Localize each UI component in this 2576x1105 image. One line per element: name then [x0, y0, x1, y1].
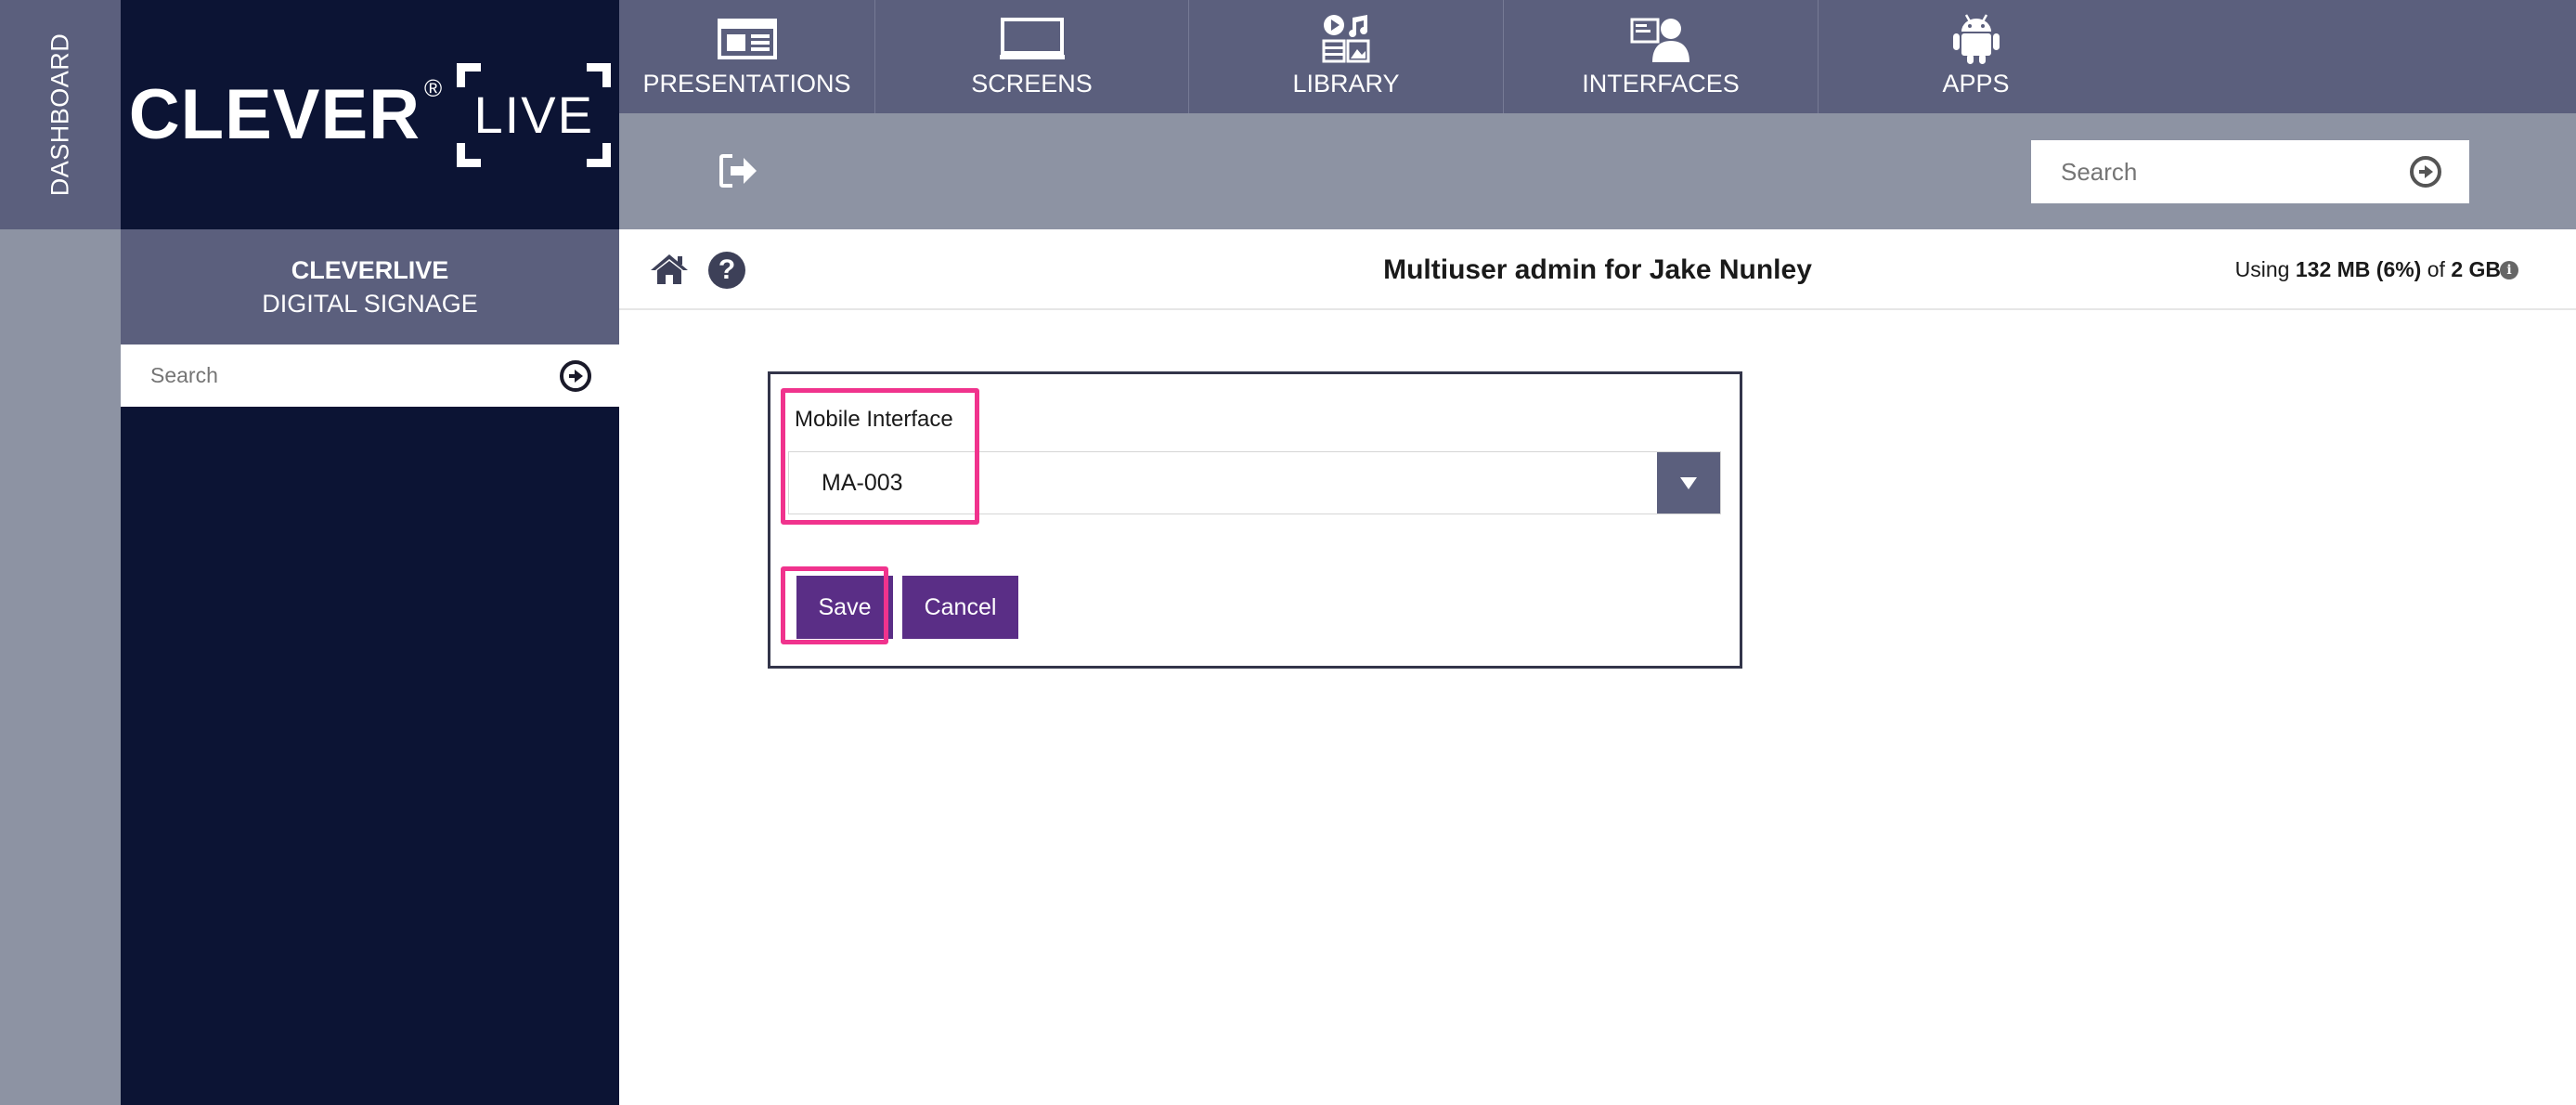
nav-item-library[interactable]: LIBRARY [1189, 0, 1504, 113]
usage-prefix: Using [2234, 257, 2296, 281]
content-header: ? Multiuser admin for Jake Nunley Using … [619, 229, 2576, 310]
nav-label-library: LIBRARY [1292, 69, 1400, 98]
arrow-right-circle-icon[interactable] [560, 359, 591, 392]
logo-product: LIVE [473, 85, 594, 144]
app-root: DASHBOARD CLEVER ® LIVE CLEVERLIVE DIGIT… [0, 0, 2576, 1105]
logout-icon[interactable] [719, 154, 758, 192]
mobile-interface-select[interactable]: MA-003 [788, 451, 1721, 514]
nav-label-screens: SCREENS [971, 69, 1093, 98]
dashboard-label: DASHBOARD [45, 32, 74, 197]
nav-item-interfaces[interactable]: INTERFACES [1504, 0, 1819, 113]
top-search-input[interactable] [2059, 156, 2410, 188]
logo-reg-mark: ® [424, 74, 443, 102]
nav-item-presentations[interactable]: PRESENTATIONS [619, 0, 875, 113]
nav-label-interfaces: INTERFACES [1582, 69, 1740, 98]
usage-middle: of [2421, 257, 2452, 281]
top-nav: PRESENTATIONS SCREENS LIBRARY INTERFACES… [619, 0, 2576, 113]
interfaces-icon [1630, 16, 1691, 62]
mobile-interface-label: Mobile Interface [795, 407, 953, 432]
caret-down-icon[interactable] [1657, 452, 1720, 514]
usage-total: 2 GB [2451, 257, 2501, 281]
organization-subtitle: DIGITAL SIGNAGE [262, 290, 478, 318]
logo-live-frame: LIVE [457, 62, 612, 167]
top-search [2031, 140, 2469, 203]
android-icon [1950, 13, 2002, 64]
storage-usage: Using 132 MB (6%) of 2 GB [2235, 229, 2501, 310]
cancel-button[interactable]: Cancel [902, 576, 1018, 639]
nav-item-apps[interactable]: APPS [1819, 0, 2133, 113]
toolbar [619, 113, 2576, 229]
dashboard-tab[interactable]: DASHBOARD [0, 0, 121, 229]
sidebar-search-input[interactable] [149, 362, 560, 389]
save-button[interactable]: Save [796, 576, 893, 639]
logo-brand: CLEVER [128, 75, 421, 154]
nav-item-screens[interactable]: SCREENS [875, 0, 1189, 113]
nav-label-apps: APPS [1942, 69, 2010, 98]
sidebar: CLEVER ® LIVE CLEVERLIVE DIGITAL SIGNAGE [121, 0, 619, 1105]
logo[interactable]: CLEVER ® LIVE [121, 0, 619, 229]
search-go-icon[interactable] [2410, 156, 2441, 188]
nav-label-presentations: PRESENTATIONS [642, 69, 851, 98]
media-library-icon [1321, 14, 1371, 62]
monitor-icon [999, 16, 1065, 62]
usage-amount: 132 MB (6%) [2295, 257, 2422, 281]
presentation-icon [717, 16, 777, 62]
sidebar-search [121, 344, 619, 407]
organization-box: CLEVERLIVE DIGITAL SIGNAGE [121, 229, 619, 344]
select-value: MA-003 [822, 470, 903, 496]
info-icon[interactable]: i [2500, 261, 2518, 280]
form-panel: Mobile Interface MA-003 Save Cancel [768, 371, 1742, 669]
organization-name: CLEVERLIVE [291, 256, 449, 284]
